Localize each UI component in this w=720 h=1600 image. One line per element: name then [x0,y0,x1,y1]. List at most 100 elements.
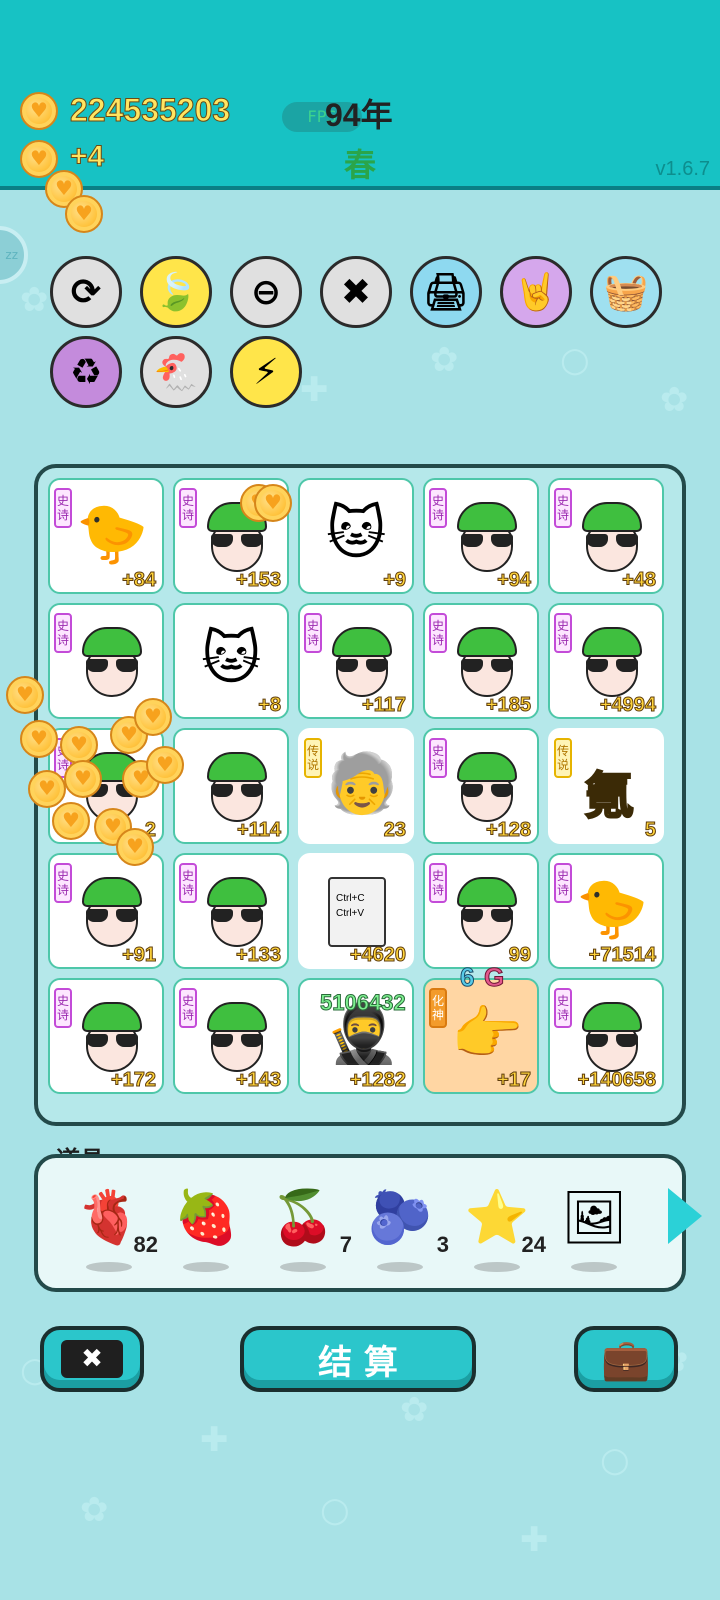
briefcase-button[interactable]: 💼 [574,1326,678,1392]
cell-income: +9 [383,569,407,592]
floating-coin-icon [65,195,103,233]
board-cell[interactable]: 🧓 传说 23 [298,728,414,844]
skill-button[interactable]: ⟳ [50,256,122,328]
board-cell[interactable]: 氪传说 5 [548,728,664,844]
rarity-tag: 史诗 [429,738,447,778]
skill-button[interactable]: ⊖ [230,256,302,328]
green-hat-guy-icon [455,752,519,822]
item-count: 7 [339,1232,352,1257]
rarity-tag: 史诗 [54,863,72,903]
board-cell[interactable]: Ctrl+C Ctrl+V +4620 [298,853,414,969]
skill-button[interactable]: 🐔 [140,336,212,408]
lightning-icon: ⚡ [253,351,279,393]
green-hat-guy-icon [80,877,144,947]
skill-button[interactable]: 🧺 [590,256,662,328]
cell-income: +1282 [349,1069,406,1092]
floating-coin-icon [134,698,172,736]
year-label: 94年 [325,97,393,133]
item-slot[interactable]: 🍓 [171,1188,241,1272]
cat-icon: 🐱 [201,624,262,692]
floating-coin-icon [20,720,58,758]
copy-label: Ctrl+C [336,893,365,904]
delete-button[interactable]: ✖ [40,1326,144,1392]
rarity-tag: 史诗 [554,613,572,653]
item-slot[interactable]: 🫐 3 [365,1188,449,1272]
item-slot[interactable]: 🍒 7 [268,1188,352,1272]
cell-income: +143 [235,1069,281,1092]
item-slot[interactable]: ⭐ 24 [462,1188,546,1272]
rarity-tag: 史诗 [554,863,572,903]
income-rate: +4 [69,140,105,174]
board-cell[interactable]: 史诗 +172 [48,978,164,1094]
board-cell[interactable]: 🐤 史诗 +84 [48,478,164,594]
chick-icon: 🐤 [576,874,649,942]
board-cell[interactable]: 史诗 +128 [423,728,539,844]
board-cell[interactable]: 🐱 +9 [298,478,414,594]
skill-button[interactable]: 🖨 [410,256,482,328]
minus-icon: ⊖ [250,271,282,313]
floating-coin-icon [28,770,66,808]
item-count: 82 [133,1232,158,1257]
board-cell[interactable]: 史诗 +185 [423,603,539,719]
board-cell[interactable]: 史诗 +48 [548,478,664,594]
item-count: 3 [436,1232,449,1257]
board-cell[interactable]: 史诗 +4994 [548,603,664,719]
rarity-tag: 史诗 [429,613,447,653]
coin-icon [20,92,58,130]
item-slot[interactable]: 🖼 [559,1188,629,1272]
board-cell[interactable]: 史诗 99 [423,853,539,969]
floating-coin-icon [64,760,102,798]
paste-label: Ctrl+V [336,908,365,919]
rarity-tag: 史诗 [429,488,447,528]
top-bar: 224535203 +4 FPS 94年 春 v1.6.7 [0,0,720,190]
board-cell[interactable]: 👉 化神 +17 [423,978,539,1094]
board-cell[interactable]: 🐱 +8 [173,603,289,719]
board-cell[interactable]: 史诗 +133 [173,853,289,969]
chicken-icon: 🐔 [153,352,199,393]
skill-button[interactable]: 🍃 [140,256,212,328]
board-cell[interactable]: +114 [173,728,289,844]
skill-button[interactable]: ⚡ [230,336,302,408]
lychee-icon: 🍒 [270,1188,336,1248]
board-cell[interactable]: 🐤 史诗 +71514 [548,853,664,969]
cell-income: 5 [644,819,656,842]
rarity-tag: 传说 [304,738,322,778]
cell-income: +185 [485,694,531,717]
recycle-icon: ♻ [69,351,103,393]
item-slot[interactable]: 🫀 82 [74,1188,158,1272]
sleep-button[interactable]: zz [0,226,28,284]
money-counter: 224535203 [69,92,231,129]
rock-hand-icon: 🤘 [513,272,559,313]
cell-income: +4994 [599,694,656,717]
cell-income: 99 [508,944,531,967]
board-cell[interactable]: 史诗 +140658 [548,978,664,1094]
rarity-tag: 史诗 [54,488,72,528]
board-cell[interactable]: 史诗 +143 [173,978,289,1094]
floating-coin-icon [146,746,184,784]
settle-button[interactable]: 结 算 [240,1326,476,1392]
chick-icon: 🐤 [76,499,149,567]
floating-g: G [483,962,505,993]
next-items-arrow-icon[interactable] [668,1188,702,1244]
floating-number: 5106432 [320,990,407,1016]
cell-income: +172 [110,1069,156,1092]
picture-frame-icon: 🖼 [560,1188,627,1248]
cell-income: +17 [497,1069,532,1092]
skill-button[interactable]: ✖ [320,256,392,328]
cell-income: +8 [258,694,282,717]
board-cell[interactable]: 史诗 +91 [48,853,164,969]
item-count: 24 [521,1232,546,1257]
green-hat-guy-icon [580,627,644,697]
board-cell[interactable]: 史诗 +117 [298,603,414,719]
floating-six: 6 [459,962,475,993]
leaf-icon: 🍃 [153,272,199,313]
skill-button[interactable]: ♻ [50,336,122,408]
rarity-tag: 史诗 [429,863,447,903]
rarity-tag: 史诗 [54,613,72,653]
cell-income: +91 [122,944,157,967]
green-hat-guy-icon [580,502,644,572]
skill-button[interactable]: 🤘 [500,256,572,328]
printer-icon: 🖨 [423,272,469,313]
board-cell[interactable]: 史诗 +94 [423,478,539,594]
version-label: v1.6.7 [655,158,710,180]
